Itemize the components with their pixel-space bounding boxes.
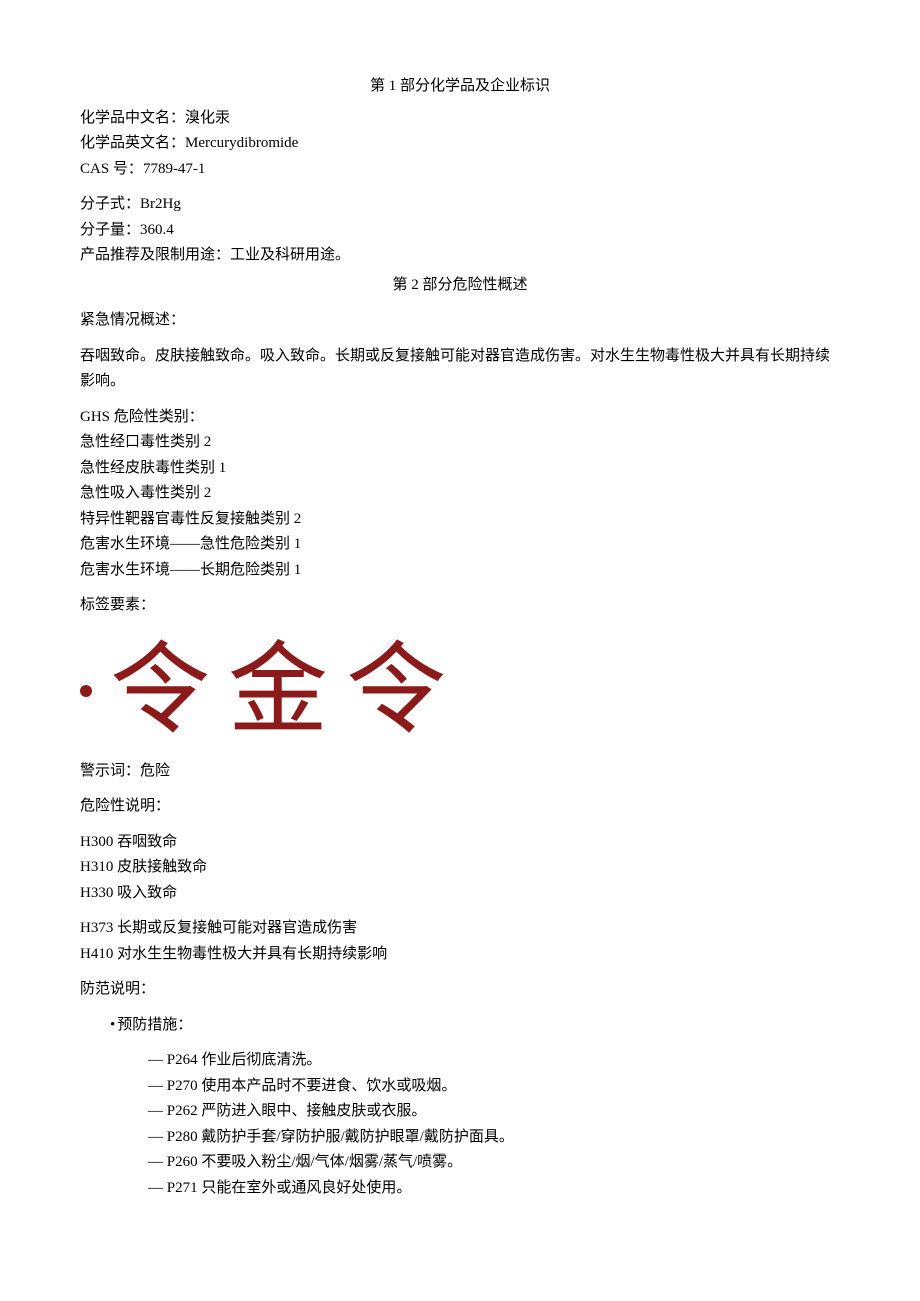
prevention-item: P262 严防进入眼中、接触皮肤或衣服。	[80, 1099, 840, 1125]
cas-label: CAS 号：	[80, 161, 143, 177]
prevention-item: P270 使用本产品时不要进食、饮水或吸烟。	[80, 1074, 840, 1100]
emergency-label: 紧急情况概述：	[80, 308, 840, 334]
field-use: 产品推荐及限制用途：工业及科研用途。	[80, 243, 840, 269]
section-1-title: 第 1 部分化学品及企业标识	[80, 74, 840, 100]
precaution-label: 防范说明：	[80, 977, 840, 1003]
prevention-item: P260 不要吸入粉尘/烟/气体/烟雾/蒸气/喷雾。	[80, 1150, 840, 1176]
label-elements-label: 标签要素：	[80, 593, 840, 619]
use-label: 产品推荐及限制用途：	[80, 247, 230, 263]
prevention-item: P271 只能在室外或通风良好处使用。	[80, 1176, 840, 1202]
mw-label: 分子量：	[80, 222, 140, 238]
hazard-statement: H310 皮肤接触致命	[80, 855, 840, 881]
signal-value: 危险	[140, 763, 170, 779]
signal-label: 警示词：	[80, 763, 140, 779]
field-cas: CAS 号：7789-47-1	[80, 157, 840, 183]
ghs-item: 急性经皮肤毒性类别 1	[80, 456, 840, 482]
ghs-item: 急性吸入毒性类别 2	[80, 481, 840, 507]
cn-name-value: 溴化汞	[185, 110, 230, 126]
prevention-label: 预防措施：	[80, 1013, 840, 1039]
formula-label: 分子式：	[80, 196, 140, 212]
ghs-item: 危害水生环境——急性危险类别 1	[80, 532, 840, 558]
pictogram-icon: 令	[110, 641, 210, 741]
pictogram-icon: 金	[228, 641, 328, 741]
cas-value: 7789-47-1	[143, 161, 206, 177]
pictogram-row: 令 金 令	[80, 641, 840, 741]
field-cn-name: 化学品中文名：溴化汞	[80, 106, 840, 132]
en-name-label: 化学品英文名：	[80, 135, 185, 151]
field-formula: 分子式：Br2Hg	[80, 192, 840, 218]
field-en-name: 化学品英文名：Mercurydibromide	[80, 131, 840, 157]
ghs-label: GHS 危险性类别：	[80, 405, 840, 431]
emergency-text: 吞咽致命。皮肤接触致命。吸入致命。长期或反复接触可能对器官造成伤害。对水生生物毒…	[80, 344, 840, 395]
hazard-statement: H300 吞咽致命	[80, 830, 840, 856]
formula-value: Br2Hg	[140, 196, 181, 212]
ghs-item: 特异性靶器官毒性反复接触类别 2	[80, 507, 840, 533]
hazard-statement: H410 对水生生物毒性极大并具有长期持续影响	[80, 942, 840, 968]
hazard-statement: H330 吸入致命	[80, 881, 840, 907]
use-value: 工业及科研用途。	[230, 247, 350, 263]
prevention-item: P264 作业后彻底清洗。	[80, 1048, 840, 1074]
hazard-statements-label: 危险性说明：	[80, 794, 840, 820]
ghs-item: 急性经口毒性类别 2	[80, 430, 840, 456]
dot-icon	[80, 685, 92, 697]
hazard-statement: H373 长期或反复接触可能对器官造成伤害	[80, 916, 840, 942]
ghs-item: 危害水生环境——长期危险类别 1	[80, 558, 840, 584]
cn-name-label: 化学品中文名：	[80, 110, 185, 126]
field-signal-word: 警示词：危险	[80, 759, 840, 785]
pictogram-icon: 令	[346, 641, 446, 741]
mw-value: 360.4	[140, 222, 174, 238]
en-name-value: Mercurydibromide	[185, 135, 298, 151]
section-2-title: 第 2 部分危险性概述	[80, 273, 840, 299]
field-mw: 分子量：360.4	[80, 218, 840, 244]
prevention-item: P280 戴防护手套/穿防护服/戴防护眼罩/戴防护面具。	[80, 1125, 840, 1151]
